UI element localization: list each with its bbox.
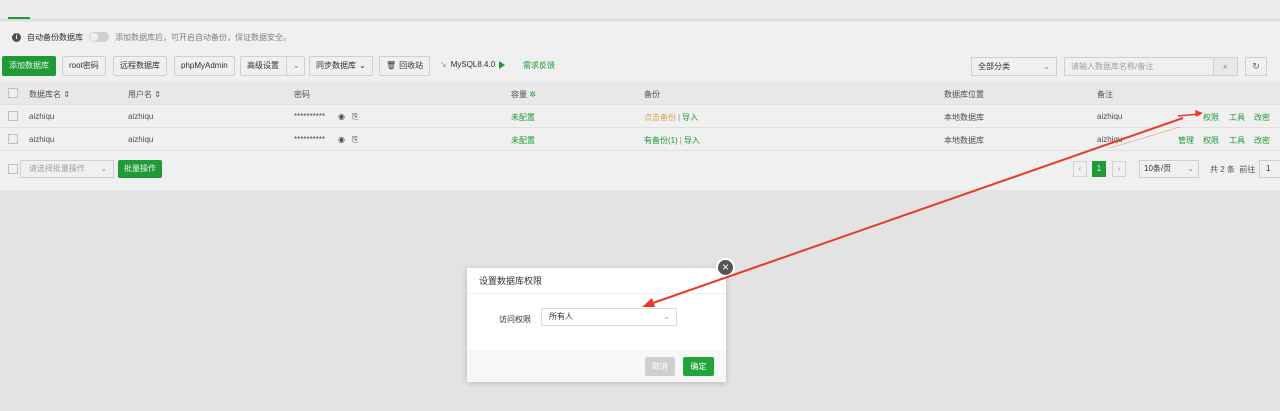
close-icon[interactable]: × [716, 258, 735, 277]
dialog-footer: 取消 确定 [467, 350, 726, 382]
dialog-body: 访问权限 所有人 ⌄ [467, 294, 726, 350]
chevron-down-icon: ⌄ [663, 312, 670, 321]
cancel-button[interactable]: 取消 [645, 357, 675, 376]
permission-dialog: 设置数据库权限 访问权限 所有人 ⌄ 取消 确定 [467, 268, 726, 382]
access-permission-value: 所有人 [549, 312, 573, 321]
access-permission-label: 访问权限 [499, 315, 531, 324]
dialog-title: 设置数据库权限 [467, 268, 726, 294]
confirm-button[interactable]: 确定 [683, 357, 714, 376]
access-permission-select[interactable]: 所有人 ⌄ [541, 308, 677, 326]
